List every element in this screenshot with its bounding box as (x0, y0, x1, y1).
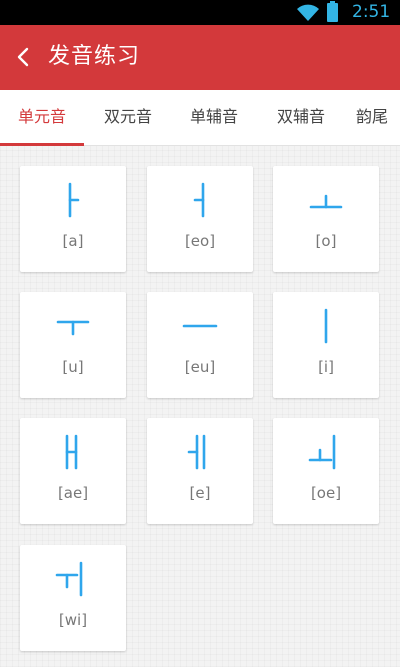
vowel-card-ae[interactable]: [ae] (20, 418, 126, 524)
status-bar: 2:51 (0, 0, 400, 25)
vowel-card-u[interactable]: [u] (20, 292, 126, 398)
vowel-romanization: [eo] (184, 232, 216, 250)
vowel-card-e[interactable]: [e] (147, 418, 253, 524)
vowel-glyph (68, 182, 80, 218)
vowel-romanization: [oe] (310, 484, 342, 502)
vowel-glyph (308, 434, 336, 470)
vowel-romanization: [o] (315, 232, 337, 250)
vowel-glyph (324, 308, 328, 344)
battery-icon (327, 1, 338, 22)
vowel-romanization: [eu] (184, 358, 216, 376)
vowel-card-oe[interactable]: [oe] (273, 418, 379, 524)
status-time: 2:51 (352, 2, 391, 22)
tab-diphthongs[interactable]: 双元音 (88, 90, 168, 146)
vowel-romanization: [ae] (57, 484, 89, 502)
tab-single-consonants[interactable]: 单辅音 (174, 90, 254, 146)
vowel-romanization: [u] (62, 358, 84, 376)
vowel-romanization: [a] (62, 232, 84, 250)
vowel-glyph (187, 434, 206, 470)
vowel-glyph (56, 320, 90, 336)
tab-bar: 单元音 双元音 单辅音 双辅音 韵尾 (0, 90, 400, 146)
vowel-glyph (182, 324, 218, 328)
vowel-card-i[interactable]: [i] (273, 292, 379, 398)
tab-single-vowels[interactable]: 单元音 (0, 90, 84, 146)
vowel-card-o[interactable]: [o] (273, 166, 379, 272)
app-bar: 发音练习 (0, 25, 400, 90)
vowel-card-a[interactable]: [a] (20, 166, 126, 272)
chevron-left-icon[interactable] (12, 45, 36, 69)
wifi-icon (297, 4, 319, 21)
vowel-glyph (55, 561, 83, 597)
vowel-romanization: [wi] (58, 611, 88, 629)
tab-indicator (0, 143, 84, 146)
vowel-glyph (193, 182, 205, 218)
vowel-glyph (309, 194, 343, 209)
vowel-card-eo[interactable]: [eo] (147, 166, 253, 272)
vowel-glyph (65, 434, 78, 470)
vowel-romanization: [e] (189, 484, 211, 502)
vowel-card-wi[interactable]: [wi] (20, 545, 126, 651)
vowel-card-eu[interactable]: [eu] (147, 292, 253, 398)
tab-final-consonants[interactable]: 韵尾 (347, 90, 397, 146)
tab-double-consonants[interactable]: 双辅音 (261, 90, 341, 146)
page-title: 发音练习 (48, 44, 141, 69)
vowel-romanization: [i] (318, 358, 334, 376)
